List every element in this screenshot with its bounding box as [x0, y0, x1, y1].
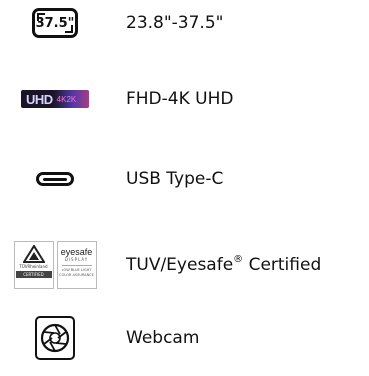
tuv-eyesafe-certification-icon: TÜVRheinland CERTIFIED eyesafe DISPLAY L… — [13, 241, 97, 289]
usb-c-label: USB Type-C — [126, 169, 224, 189]
webcam-shutter-icon — [35, 316, 75, 360]
screen-size-label: 23.8"-37.5" — [126, 13, 224, 33]
uhd-logo-icon: UHD 4K2K — [21, 90, 89, 108]
webcam-label: Webcam — [126, 328, 200, 348]
feature-certification: TÜVRheinland CERTIFIED eyesafe DISPLAY L… — [0, 235, 369, 295]
usb-c-port-icon — [36, 172, 74, 186]
feature-screen-size: 37.5" 23.8"-37.5" — [0, 0, 369, 46]
resolution-label: FHD-4K UHD — [126, 89, 234, 109]
certification-label: TUV/Eyesafe® Certified — [126, 254, 322, 276]
feature-usb-c: USB Type-C — [0, 156, 369, 202]
eyesafe-logo-icon: eyesafe DISPLAY LOW BLUE LIGHT COLOR ASS… — [56, 241, 97, 289]
feature-resolution: UHD 4K2K FHD-4K UHD — [0, 76, 369, 122]
feature-webcam: Webcam — [0, 310, 369, 366]
screen-size-icon: 37.5" — [32, 8, 78, 38]
tuv-logo-icon: TÜVRheinland CERTIFIED — [13, 241, 54, 289]
